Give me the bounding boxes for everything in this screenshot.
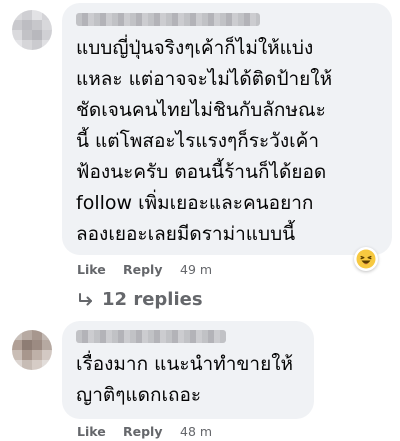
comment-text-line: นี้ แต่โพสอะไรแรงๆก็ระวังเค้า [76,130,319,152]
author-name-redacted[interactable] [76,13,260,26]
like-button[interactable]: Like [77,262,106,277]
reply-button[interactable]: Reply [123,424,162,439]
comment-timestamp[interactable]: 49 m [180,262,212,277]
comment-bubble: แบบญี่ปุ่นจริงๆเค้าก็ไม่ให้แบ่ง แหละ แต่… [62,3,392,255]
avatar[interactable] [12,10,52,50]
pixelated-avatar [12,330,52,370]
view-replies-button[interactable]: 12 replies [78,289,203,310]
avatar[interactable] [12,330,52,370]
like-button[interactable]: Like [77,424,106,439]
comment-text-line: ชัดเจนคนไทยไม่ชินกับลักษณะ [76,99,326,121]
comment-text-line: ลองเยอะเลยมีดราม่าแบบนี้ [76,223,296,245]
comment-text-line: เรื่องมาก แนะนำทำขายให้ [76,353,294,375]
haha-reaction-icon[interactable] [354,247,378,271]
author-name-redacted[interactable] [76,330,226,343]
replies-count-label: 12 replies [102,289,203,310]
comment-text-line: แหละ แต่อาจจะไม่ได้ติดป้ายให้ [76,68,333,90]
comment-text-line: ญาติๆแดกเถอะ [76,384,202,406]
reply-button[interactable]: Reply [123,262,162,277]
comment-bubble: เรื่องมาก แนะนำทำขายให้ ญาติๆแดกเถอะ [62,321,314,419]
comment-timestamp[interactable]: 48 m [180,424,212,439]
laughing-face-icon [356,249,376,269]
comment-text-line: ฟ้องนะครับ ตอนนี้ร้านก็ได้ยอด [76,161,327,183]
reply-arrow-icon [79,292,92,305]
comment-text-line: follow เพิ่มเยอะและคนอยาก [76,192,314,214]
pixelated-avatar [12,10,52,50]
comment-text-line: แบบญี่ปุ่นจริงๆเค้าก็ไม่ให้แบ่ง [76,37,314,59]
